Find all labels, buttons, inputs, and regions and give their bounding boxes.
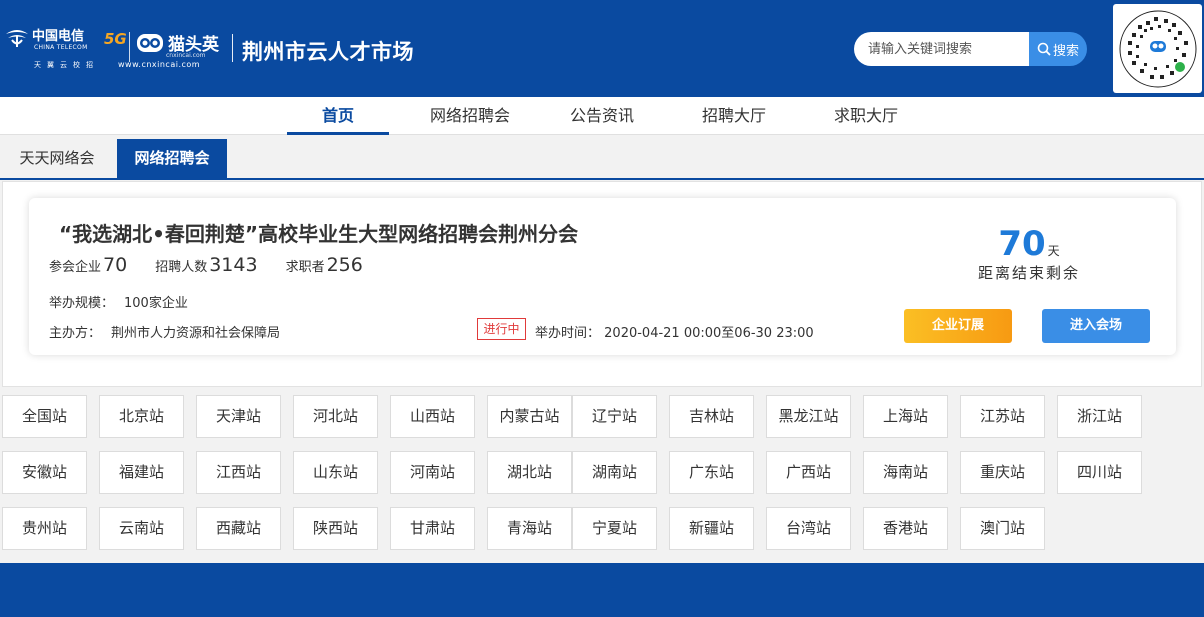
event-scale: 举办规模： 100家企业 xyxy=(49,292,188,311)
nav-job-hall[interactable]: 招聘大厅 xyxy=(692,97,776,135)
seekers-count: 256 xyxy=(326,254,363,276)
days-left: 70 xyxy=(998,224,1046,264)
station-button[interactable]: 黑龙江站 xyxy=(766,395,851,438)
station-button[interactable]: 四川站 xyxy=(1057,451,1142,494)
station-button[interactable]: 澳门站 xyxy=(960,507,1045,550)
station-button[interactable]: 北京站 xyxy=(99,395,184,438)
scale-label: 举办规模： xyxy=(49,296,115,311)
station-button[interactable]: 甘肃站 xyxy=(390,507,475,550)
tab-online-fair[interactable]: 网络招聘会 xyxy=(117,139,227,178)
search-input[interactable] xyxy=(854,32,1029,66)
station-button[interactable]: 台湾站 xyxy=(766,507,851,550)
station-button[interactable]: 山东站 xyxy=(293,451,378,494)
station-button[interactable]: 海南站 xyxy=(863,451,948,494)
mty-url: www.cnxincai.com xyxy=(118,60,201,69)
nav-online-job-fair[interactable]: 网络招聘会 xyxy=(420,97,520,135)
logo-divider xyxy=(129,32,130,62)
station-button[interactable]: 河南站 xyxy=(390,451,475,494)
station-button[interactable]: 宁夏站 xyxy=(572,507,657,550)
qr-code-icon xyxy=(1119,10,1196,87)
station-button[interactable]: 天津站 xyxy=(196,395,281,438)
countdown: 70 天 距离结束剩余 xyxy=(959,224,1099,283)
station-button[interactable]: 新疆站 xyxy=(669,507,754,550)
seekers-label: 求职者 xyxy=(285,260,325,275)
recruit-label: 招聘人数 xyxy=(155,260,208,275)
mty-logo[interactable]: 猫头英 cnxincai.com www.cnxincai.com xyxy=(118,30,219,69)
station-button[interactable]: 上海站 xyxy=(863,395,948,438)
event-stats: 参会企业 70 招聘人数 3143 求职者 256 xyxy=(49,254,391,276)
china-telecom-icon xyxy=(6,30,28,47)
station-button[interactable]: 湖北站 xyxy=(487,451,572,494)
station-button[interactable]: 内蒙古站 xyxy=(487,395,572,438)
station-button[interactable]: 江西站 xyxy=(196,451,281,494)
subscribe-button[interactable]: 企业订展 xyxy=(904,309,1012,343)
station-button[interactable]: 陕西站 xyxy=(293,507,378,550)
companies-label: 参会企业 xyxy=(49,260,102,275)
station-button[interactable]: 香港站 xyxy=(863,507,948,550)
days-unit: 天 xyxy=(1047,244,1060,258)
station-button[interactable]: 福建站 xyxy=(99,451,184,494)
site-title[interactable]: 荆州市云人才市场 xyxy=(242,36,414,66)
nav-jobseeker-hall[interactable]: 求职大厅 xyxy=(824,97,908,135)
station-button[interactable]: 江苏站 xyxy=(960,395,1045,438)
station-button[interactable]: 安徽站 xyxy=(2,451,87,494)
title-divider xyxy=(232,34,233,62)
time-label: 举办时间： xyxy=(535,326,601,341)
main-nav: 首页 网络招聘会 公告资讯 招聘大厅 求职大厅 xyxy=(0,97,1204,135)
status-badge: 进行中 xyxy=(477,318,526,340)
enter-venue-button[interactable]: 进入会场 xyxy=(1042,309,1150,343)
owl-icon xyxy=(137,33,163,52)
fair-type-tabs: 天天网络会 网络招聘会 xyxy=(0,139,1204,180)
nav-home[interactable]: 首页 xyxy=(287,97,389,135)
station-button[interactable]: 广东站 xyxy=(669,451,754,494)
mty-url-small: cnxincai.com xyxy=(166,52,206,59)
countdown-label: 距离结束剩余 xyxy=(977,264,1080,282)
host-label: 主办方： xyxy=(49,326,102,341)
tab-daily-fair[interactable]: 天天网络会 xyxy=(4,139,110,178)
station-button[interactable]: 山西站 xyxy=(390,395,475,438)
station-button[interactable]: 浙江站 xyxy=(1057,395,1142,438)
station-button[interactable]: 青海站 xyxy=(487,507,572,550)
search-button-label: 搜索 xyxy=(1052,43,1079,59)
station-button[interactable]: 吉林站 xyxy=(669,395,754,438)
footer xyxy=(0,563,1204,617)
mini-program-qr-code xyxy=(1113,4,1202,93)
search-button[interactable]: 搜索 xyxy=(1029,32,1087,66)
station-button[interactable]: 贵州站 xyxy=(2,507,87,550)
station-button[interactable]: 全国站 xyxy=(2,395,87,438)
station-button[interactable]: 河北站 xyxy=(293,395,378,438)
station-button[interactable]: 云南站 xyxy=(99,507,184,550)
event-card[interactable]: “我选湖北•春回荆楚”高校毕业生大型网络招聘会荆州分会 参会企业 70 招聘人数… xyxy=(29,198,1176,355)
station-button[interactable]: 湖南站 xyxy=(572,451,657,494)
host-value: 荆州市人力资源和社会保障局 xyxy=(111,326,281,341)
nav-announcements[interactable]: 公告资讯 xyxy=(560,97,644,135)
station-button[interactable]: 辽宁站 xyxy=(572,395,657,438)
china-telecom-tagline: 天翼云校招 xyxy=(34,61,99,69)
china-telecom-name: 中国电信 xyxy=(32,29,85,44)
recruit-count: 3143 xyxy=(209,254,258,276)
station-button[interactable]: 重庆站 xyxy=(960,451,1045,494)
site-header: 中国电信 CHINA TELECOM 5G 天翼云校招 猫头英 cnxincai… xyxy=(0,0,1204,97)
5g-badge: 5G xyxy=(104,30,127,48)
scale-value: 100家企业 xyxy=(124,296,188,311)
event-panel: “我选湖北•春回荆楚”高校毕业生大型网络招聘会荆州分会 参会企业 70 招聘人数… xyxy=(2,181,1202,387)
station-button[interactable]: 广西站 xyxy=(766,451,851,494)
station-button[interactable]: 西藏站 xyxy=(196,507,281,550)
event-host: 主办方： 荆州市人力资源和社会保障局 xyxy=(49,322,280,341)
search-icon xyxy=(1037,42,1051,56)
event-title[interactable]: “我选湖北•春回荆楚”高校毕业生大型网络招聘会荆州分会 xyxy=(59,218,578,247)
china-telecom-logo[interactable]: 中国电信 CHINA TELECOM 5G 天翼云校招 xyxy=(4,26,127,70)
event-time: 举办时间： 2020-04-21 00:00至06-30 23:00 xyxy=(535,322,814,341)
time-value: 2020-04-21 00:00至06-30 23:00 xyxy=(604,326,814,341)
companies-count: 70 xyxy=(103,254,128,276)
